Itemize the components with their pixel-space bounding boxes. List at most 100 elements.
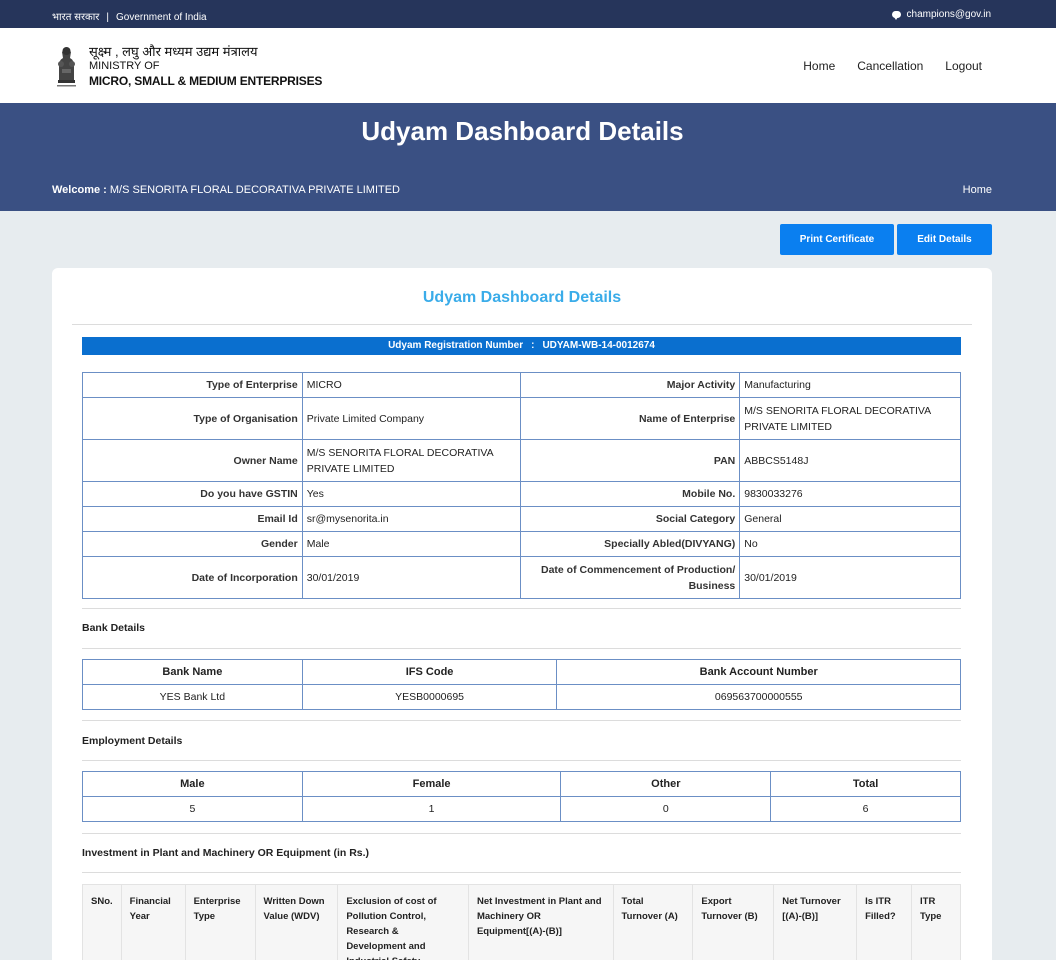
column-header: Other [560,771,772,797]
table-row: Date of Incorporation 30/01/2019 Date of… [82,556,961,599]
detail-label: Name of Enterprise [520,397,741,440]
table-cell: YESB0000695 [301,684,558,710]
detail-label: Owner Name [82,439,303,482]
column-header: Written Down Value (WDV) [254,884,339,960]
site-header: सूक्ष्म , लघु और मध्यम उद्यम मंत्रालय MI… [0,28,1056,103]
detail-label: Type of Enterprise [82,372,303,398]
divider [82,608,961,609]
divider [82,648,961,649]
table-header-row: Bank Name IFS Code Bank Account Number [82,659,961,685]
column-header: Female [301,771,562,797]
table-row: Type of Organisation Private Limited Com… [82,397,961,440]
detail-value: General [739,506,961,532]
column-header: SNo. [82,884,122,960]
detail-label: Specially Abled(DIVYANG) [520,531,741,557]
table-cell: 6 [770,796,961,822]
column-header: Total Turnover (A) [612,884,694,960]
detail-label: Date of Commencement of Production/ Busi… [520,556,741,599]
contact-email[interactable]: champions@gov.in [891,9,991,20]
chat-icon [891,11,901,20]
table-cell: 1 [301,796,562,822]
contact-email-text[interactable]: champions@gov.in [907,9,991,20]
table-cell: YES Bank Ltd [82,684,303,710]
column-header: IFS Code [301,659,558,685]
government-label: भारत सरकार | Government of India [52,9,207,23]
detail-label: Email Id [82,506,303,532]
table-row: Type of Enterprise MICRO Major Activity … [82,372,961,398]
employment-details-table: Male Female Other Total 5 1 0 6 [82,771,961,822]
detail-value: 30/01/2019 [301,556,522,599]
detail-value: M/S SENORITA FLORAL DECORATIVA PRIVATE L… [739,397,961,440]
detail-value: Yes [301,481,522,507]
detail-label: Major Activity [520,372,741,398]
table-row: Email Id sr@mysenorita.in Social Categor… [82,506,961,532]
detail-value: ABBCS5148J [739,439,961,482]
dashboard-card: Udyam Dashboard Details Udyam Registrati… [52,268,992,960]
table-cell: 069563700000555 [556,684,961,710]
welcome-name: M/S SENORITA FLORAL DECORATIVA PRIVATE L… [109,184,400,196]
card-title: Udyam Dashboard Details [422,289,622,306]
print-certificate-button[interactable]: Print Certificate [780,224,894,255]
investment-title: Investment in Plant and Machinery OR Equ… [82,847,370,859]
breadcrumb-home[interactable]: Home [963,184,992,196]
divider [82,833,961,834]
column-header: Is ITR Filled? [856,884,912,960]
nav-logout[interactable]: Logout [945,59,982,73]
column-header: Financial Year [120,884,186,960]
detail-value: sr@mysenorita.in [301,506,522,532]
table-cell: 0 [560,796,772,822]
ministry-line2: MICRO, SMALL & MEDIUM ENTERPRISES [89,74,323,88]
detail-value: M/S SENORITA FLORAL DECORATIVA PRIVATE L… [301,439,522,482]
detail-value: 9830033276 [739,481,961,507]
column-header: Enterprise Type [184,884,256,960]
detail-label: Social Category [520,506,741,532]
page-title: Udyam Dashboard Details [361,116,684,146]
detail-label: Gender [82,531,303,557]
detail-value: Manufacturing [739,372,961,398]
nav-home[interactable]: Home [803,59,835,73]
enterprise-details-table: Type of Enterprise MICRO Major Activity … [82,372,961,599]
table-row: YES Bank Ltd YESB0000695 069563700000555 [82,684,961,710]
page-banner: Udyam Dashboard Details Welcome : M/S SE… [0,103,1056,211]
column-header: Male [82,771,303,797]
bank-details-table: Bank Name IFS Code Bank Account Number Y… [82,659,961,710]
edit-details-button[interactable]: Edit Details [897,224,992,255]
table-row: Do you have GSTIN Yes Mobile No. 9830033… [82,481,961,507]
detail-label: Date of Incorporation [82,556,303,599]
divider [72,324,972,325]
detail-value: MICRO [301,372,522,398]
government-hindi: भारत सरकार [52,12,100,23]
detail-label: Mobile No. [520,481,741,507]
column-header: Exclusion of cost of Pollution Control, … [337,884,469,960]
ministry-title: सूक्ष्म , लघु और मध्यम उद्यम मंत्रालय MI… [89,44,322,89]
ministry-line1: MINISTRY OF [89,60,160,72]
table-row: Gender Male Specially Abled(DIVYANG) No [82,531,961,557]
detail-value: Male [301,531,522,557]
detail-label: Type of Organisation [82,397,303,440]
detail-label: Do you have GSTIN [82,481,303,507]
strip-separator: | [106,12,110,23]
column-header: Export Turnover (B) [692,884,775,960]
welcome-text: Welcome : M/S SENORITA FLORAL DECORATIVA… [52,184,400,196]
column-header: Net Investment in Plant and Machinery OR… [467,884,614,960]
detail-value: No [739,531,961,557]
government-english: Government of India [116,12,207,23]
government-strip: भारत सरकार | Government of India champions… [0,0,1056,28]
table-header-row: SNo. Financial Year Enterprise Type Writ… [82,884,961,960]
nav-cancellation[interactable]: Cancellation [857,59,923,73]
table-header-row: Male Female Other Total [82,771,961,797]
detail-label: PAN [520,439,741,482]
registration-colon: : [531,340,535,351]
detail-value: Private Limited Company [301,397,522,440]
main-nav: Home Cancellation Logout [803,59,982,73]
divider [82,872,961,873]
divider [82,720,961,721]
registration-number: UDYAM-WB-14-0012674 [542,340,655,351]
bank-details-title: Bank Details [82,622,146,634]
welcome-label: Welcome : [52,184,107,196]
ministry-hindi: सूक्ष्म , लघु और मध्यम उद्यम मंत्रालय [89,44,258,59]
investment-table: SNo. Financial Year Enterprise Type Writ… [82,884,961,960]
table-cell: 5 [82,796,303,822]
detail-value: 30/01/2019 [739,556,961,599]
column-header: Net Turnover [(A)-(B)] [773,884,858,960]
